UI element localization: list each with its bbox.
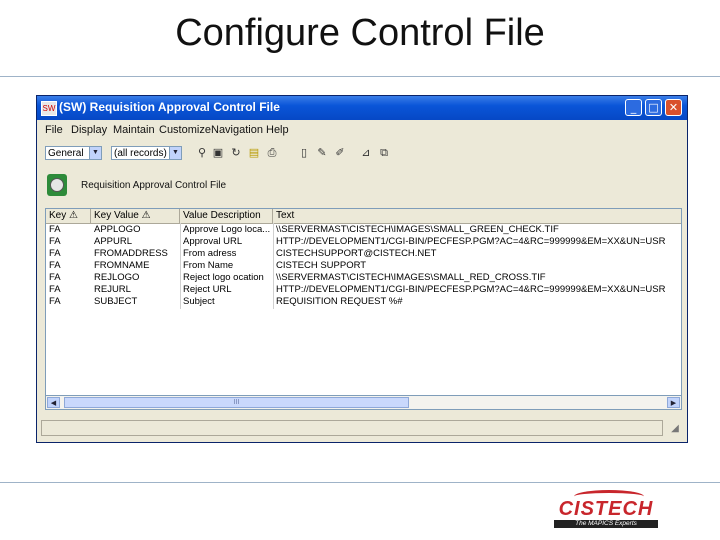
records-grid[interactable]: Key ⚠ Key Value ⚠ Value Description Text… xyxy=(45,208,682,410)
sort-warning-icon: ⚠ xyxy=(69,210,78,221)
menu-customize[interactable]: Customize xyxy=(159,124,211,136)
table-cell: From Name xyxy=(183,260,234,271)
table-cell: FROMADDRESS xyxy=(94,248,168,259)
table-cell: Approve Logo loca... xyxy=(183,224,271,235)
close-button[interactable]: ✕ xyxy=(665,99,682,116)
minimize-button[interactable]: _ xyxy=(625,99,642,116)
new-icon[interactable]: ▯ xyxy=(297,146,311,160)
table-cell: REQUISITION REQUEST %# xyxy=(276,296,403,307)
scroll-right-icon[interactable]: ▶ xyxy=(667,397,680,408)
menu-navigation[interactable]: Navigation xyxy=(211,124,263,136)
maximize-button[interactable]: □ xyxy=(645,99,662,116)
view-select-dropdown-icon[interactable]: ▼ xyxy=(89,146,102,160)
table-cell: CISTECHSUPPORT@CISTECH.NET xyxy=(276,248,437,259)
table-cell: REJURL xyxy=(94,284,131,295)
column-label: Key xyxy=(49,210,67,221)
edit-pencil-icon[interactable]: ✐ xyxy=(333,146,347,160)
table-cell: FA xyxy=(49,296,61,307)
sort-warning-icon: ⚠ xyxy=(141,210,151,221)
column-header-text[interactable]: Text xyxy=(273,209,681,223)
menu-help[interactable]: Help xyxy=(266,124,289,136)
filter-select[interactable]: (all records) xyxy=(111,146,171,160)
menu-file[interactable]: File xyxy=(45,124,63,136)
menu-display[interactable]: Display xyxy=(71,124,107,136)
note-icon[interactable]: ▤ xyxy=(247,146,261,160)
filter-select-dropdown-icon[interactable]: ▼ xyxy=(169,146,182,160)
table-cell: Reject logo ocation xyxy=(183,272,264,283)
control-file-header: Requisition Approval Control File xyxy=(81,180,227,191)
table-cell: HTTP://DEVELOPMENT1/CGI-BIN/PECFESP.PGM?… xyxy=(276,284,666,295)
table-cell: FA xyxy=(49,236,61,247)
top-divider xyxy=(0,76,720,77)
table-cell: \\SERVERMAST\CISTECH\IMAGES\SMALL_GREEN_… xyxy=(276,224,559,235)
view-select[interactable]: General xyxy=(45,146,91,160)
slide-title: Configure Control File xyxy=(175,12,545,54)
edit-icon[interactable]: ✎ xyxy=(315,146,329,160)
filter-icon[interactable]: ⊿ xyxy=(359,146,373,160)
table-cell: FA xyxy=(49,224,61,235)
menu-bar: File Display Maintain Customize Navigati… xyxy=(39,122,685,140)
horizontal-scrollbar[interactable]: ◀ III ▶ xyxy=(45,395,682,410)
table-cell: SUBJECT xyxy=(94,296,138,307)
table-cell: APPLOGO xyxy=(94,224,141,235)
find-icon[interactable]: ▣ xyxy=(211,146,225,160)
refresh-icon[interactable]: ↻ xyxy=(229,146,243,160)
column-header-key[interactable]: Key ⚠ xyxy=(46,209,91,223)
table-cell: From adress xyxy=(183,248,237,259)
scroll-left-icon[interactable]: ◀ xyxy=(47,397,60,408)
table-cell: CISTECH SUPPORT xyxy=(276,260,367,271)
logo-tagline: The MAPICS Experts xyxy=(554,520,658,528)
resize-grip-icon[interactable]: ◢ xyxy=(669,423,681,435)
column-header-value-description[interactable]: Value Description xyxy=(180,209,273,223)
control-file-icon xyxy=(47,174,67,196)
table-cell: Subject xyxy=(183,296,215,307)
cistech-logo: CISTECH The MAPICS Experts xyxy=(552,490,660,528)
table-cell: APPURL xyxy=(94,236,133,247)
status-panel xyxy=(41,420,663,436)
table-cell: FROMNAME xyxy=(94,260,150,271)
column-label: Key Value xyxy=(94,210,139,221)
table-cell: FA xyxy=(49,248,61,259)
scroll-thumb[interactable]: III xyxy=(64,397,409,408)
app-window: SW (SW) Requisition Approval Control Fil… xyxy=(36,95,688,443)
table-row[interactable]: FA APPURL Approval URL HTTP://DEVELOPMENT1/… xyxy=(46,236,681,248)
table-row[interactable]: FA REJLOGO Reject logo ocation \\SERVERMAST… xyxy=(46,272,681,284)
table-cell: Approval URL xyxy=(183,236,243,247)
column-header-key-value[interactable]: Key Value ⚠ xyxy=(91,209,180,223)
print-icon[interactable]: ⎙ xyxy=(265,146,279,160)
table-row[interactable]: FA APPLOGO Approve Logo loca... \\SERVERMAS… xyxy=(46,224,681,236)
table-cell: FA xyxy=(49,260,61,271)
copy-icon[interactable]: ⧉ xyxy=(377,146,391,160)
table-cell: REJLOGO xyxy=(94,272,140,283)
window-title: (SW) Requisition Approval Control File xyxy=(59,100,280,114)
status-bar: ◢ xyxy=(39,418,685,438)
table-cell: FA xyxy=(49,272,61,283)
table-row[interactable]: FA FROMNAME From Name CISTECH SUPPORT xyxy=(46,260,681,272)
table-row[interactable]: FA FROMADDRESS From adress CISTECHSUPPORT@C… xyxy=(46,248,681,260)
app-icon[interactable]: SW xyxy=(41,101,57,116)
menu-maintain[interactable]: Maintain xyxy=(113,124,155,136)
window-titlebar[interactable]: SW (SW) Requisition Approval Control Fil… xyxy=(37,96,687,120)
toolbar: General ▼ (all records) ▼ ⚲ ▣ ↻ ▤ ⎙ ▯ ✎ … xyxy=(39,144,685,166)
table-cell: FA xyxy=(49,284,61,295)
table-cell: HTTP://DEVELOPMENT1/CGI-BIN/PECFESP.PGM?… xyxy=(276,236,666,247)
binoculars-icon[interactable]: ⚲ xyxy=(195,146,209,160)
table-cell: \\SERVERMAST\CISTECH\IMAGES\SMALL_RED_CR… xyxy=(276,272,546,283)
table-cell: Reject URL xyxy=(183,284,232,295)
logo-wordmark: CISTECH xyxy=(558,498,654,520)
bottom-divider xyxy=(0,482,720,483)
table-row[interactable]: FA REJURL Reject URL HTTP://DEVELOPMENT1/CG… xyxy=(46,284,681,296)
table-row[interactable]: FA SUBJECT Subject REQUISITION REQUEST %# xyxy=(46,296,681,308)
grid-header: Key ⚠ Key Value ⚠ Value Description Text xyxy=(46,209,681,224)
